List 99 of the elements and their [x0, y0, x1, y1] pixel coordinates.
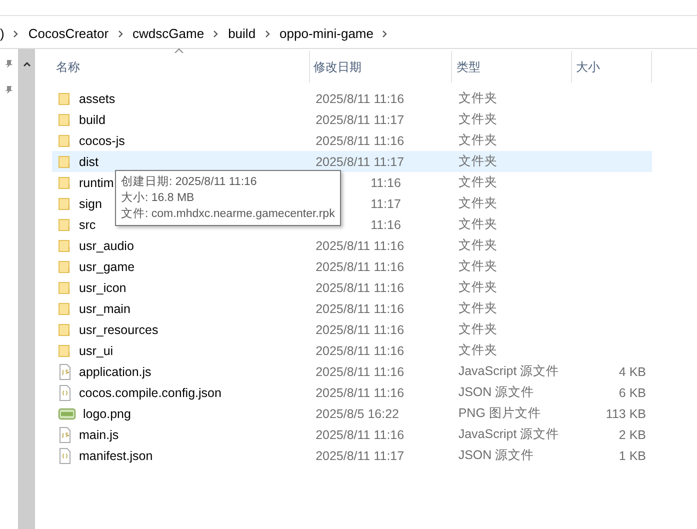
- file-name: main.js: [79, 428, 119, 442]
- file-name: usr_ui: [79, 344, 114, 358]
- folder-icon: [58, 196, 72, 210]
- file-type: 文件夹: [458, 90, 498, 107]
- file-type: 文件夹: [458, 258, 498, 275]
- date-modified: 2025/8/11 11:16: [316, 302, 404, 316]
- column-header[interactable]: 名称: [52, 51, 310, 83]
- file-type: 文件夹: [458, 321, 498, 338]
- file-type: 文件夹: [458, 111, 498, 128]
- folder-icon: [58, 238, 72, 252]
- column-header[interactable]: 类型: [452, 51, 572, 83]
- column-header[interactable]: 大小: [572, 51, 652, 83]
- chevron-icon[interactable]: [382, 30, 388, 38]
- tooltip-line: 文件: com.mhdxc.nearme.gamecenter.rpk: [121, 206, 335, 222]
- folder-icon: [58, 344, 72, 358]
- breadcrumb-item[interactable]: CocosCreator: [28, 26, 109, 41]
- file-icon: [58, 384, 72, 400]
- file-type: PNG 图片文件: [458, 405, 541, 422]
- breadcrumb-item[interactable]: build: [228, 26, 256, 41]
- pin-icon[interactable]: [4, 85, 14, 95]
- file-name: usr_icon: [79, 280, 126, 294]
- file-size: 6 KB: [618, 386, 646, 400]
- image-file-icon: [58, 406, 76, 420]
- chevron-icon[interactable]: [118, 30, 124, 38]
- date-modified: 2025/8/11 11:16: [316, 364, 404, 378]
- file-size: 113 KB: [606, 406, 646, 420]
- file-icon: [58, 448, 72, 464]
- file-name: dist: [79, 154, 98, 168]
- breadcrumb-item[interactable]: cwdscGame: [132, 26, 204, 41]
- date-modified: 11:16: [370, 176, 401, 190]
- file-size: 2 KB: [618, 428, 646, 442]
- breadcrumb-item[interactable]: oppo-mini-game: [280, 26, 374, 41]
- file-name: manifest.json: [79, 448, 153, 462]
- file-type: 文件夹: [458, 279, 498, 296]
- file-type: 文件夹: [458, 132, 498, 149]
- column-header[interactable]: 修改日期: [310, 51, 452, 83]
- file-name: src: [79, 218, 96, 232]
- folder-icon: [58, 112, 72, 126]
- folder-icon: [58, 92, 72, 106]
- date-modified: 2025/8/11 11:16: [316, 322, 404, 336]
- chevron-icon[interactable]: [13, 30, 20, 38]
- date-modified: 2025/8/11 11:16: [316, 92, 404, 106]
- file-name: assets: [79, 92, 116, 106]
- file-name: usr_audio: [79, 238, 134, 252]
- folder-icon: [58, 134, 72, 148]
- date-modified: 2025/8/11 11:16: [316, 134, 404, 148]
- date-modified: 2025/8/11 11:16: [316, 386, 404, 400]
- file-type: 文件夹: [458, 153, 498, 170]
- file-name: runtim: [79, 176, 114, 190]
- chevron-icon[interactable]: [213, 30, 220, 38]
- file-name: usr_resources: [79, 322, 158, 336]
- date-modified: 2025/8/11 11:17: [316, 112, 404, 126]
- selected-row[interactable]: dist 2025/8/11 11:17 文件夹: [52, 151, 652, 172]
- tooltip-line: 大小: 16.8 MB: [121, 190, 196, 206]
- folder-icon: [58, 260, 72, 274]
- file-name: sign: [79, 196, 102, 210]
- date-modified: 11:17: [370, 196, 401, 210]
- pin-icon[interactable]: [4, 59, 14, 69]
- file-icon: [58, 426, 72, 442]
- folder-icon: [58, 154, 72, 168]
- breadcrumb-item[interactable]: ): [0, 26, 4, 41]
- chevron-icon[interactable]: [264, 30, 271, 38]
- file-size: 1 KB: [618, 448, 646, 462]
- file-type: JavaScript 源文件: [458, 426, 560, 443]
- file-type: JSON 源文件: [458, 384, 534, 401]
- file-type: 文件夹: [458, 237, 498, 254]
- file-type: 文件夹: [458, 342, 498, 359]
- file-name: usr_game: [79, 260, 135, 274]
- file-name: cocos-js: [79, 134, 125, 148]
- file-type: JSON 源文件: [458, 447, 534, 464]
- file-type: 文件夹: [458, 174, 498, 191]
- file-type: 文件夹: [458, 216, 498, 233]
- file-type: 文件夹: [458, 195, 498, 212]
- file-name: usr_main: [79, 302, 130, 316]
- folder-icon: [58, 176, 72, 190]
- file-name: application.js: [79, 364, 152, 378]
- date-modified: 2025/8/11 11:16: [316, 428, 404, 442]
- date-modified: 2025/8/5 16:22: [316, 406, 399, 420]
- file-name: build: [79, 112, 106, 126]
- scroll-up-icon[interactable]: [22, 61, 30, 67]
- file-name: cocos.compile.config.json: [79, 386, 222, 400]
- scrollbar[interactable]: [18, 49, 35, 529]
- date-modified: 2025/8/11 11:17: [316, 154, 404, 168]
- date-modified: 2025/8/11 11:16: [316, 344, 404, 358]
- tooltip-line: 创建日期: 2025/8/11 11:16: [121, 174, 258, 190]
- date-modified: 11:16: [370, 218, 401, 232]
- file-name: logo.png: [83, 406, 131, 420]
- file-size: 4 KB: [618, 364, 646, 378]
- folder-icon: [58, 218, 72, 232]
- date-modified: 2025/8/11 11:16: [316, 260, 404, 274]
- file-type: 文件夹: [458, 300, 498, 317]
- date-modified: 2025/8/11 11:16: [316, 238, 404, 252]
- folder-icon: [58, 322, 72, 336]
- file-type: JavaScript 源文件: [458, 363, 560, 380]
- folder-icon: [58, 280, 72, 294]
- file-icon: [58, 364, 72, 380]
- date-modified: 2025/8/11 11:16: [316, 280, 404, 294]
- date-modified: 2025/8/11 11:17: [316, 448, 404, 462]
- folder-icon: [58, 302, 72, 316]
